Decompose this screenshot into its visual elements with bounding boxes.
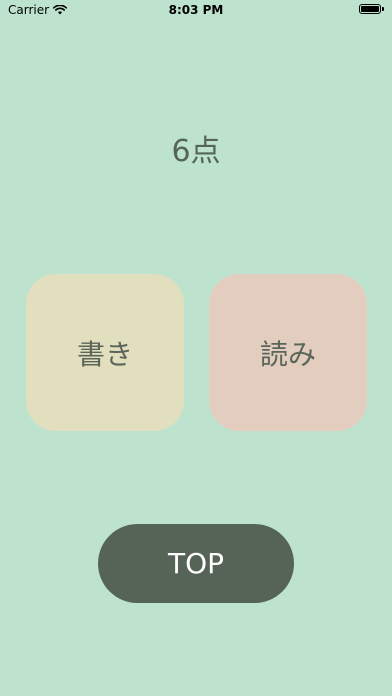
status-bar: Carrier 8:03 PM [0,0,392,22]
battery-icon [359,4,384,14]
read-button[interactable]: 読み [209,274,367,431]
write-button-label: 書き [76,337,133,371]
status-time: 8:03 PM [168,3,224,17]
top-button-label: TOP [167,547,225,580]
top-button[interactable]: TOP [98,524,294,603]
read-button-label: 読み [259,337,316,371]
score-label: 6点 [171,134,221,169]
write-button[interactable]: 書き [26,274,184,431]
